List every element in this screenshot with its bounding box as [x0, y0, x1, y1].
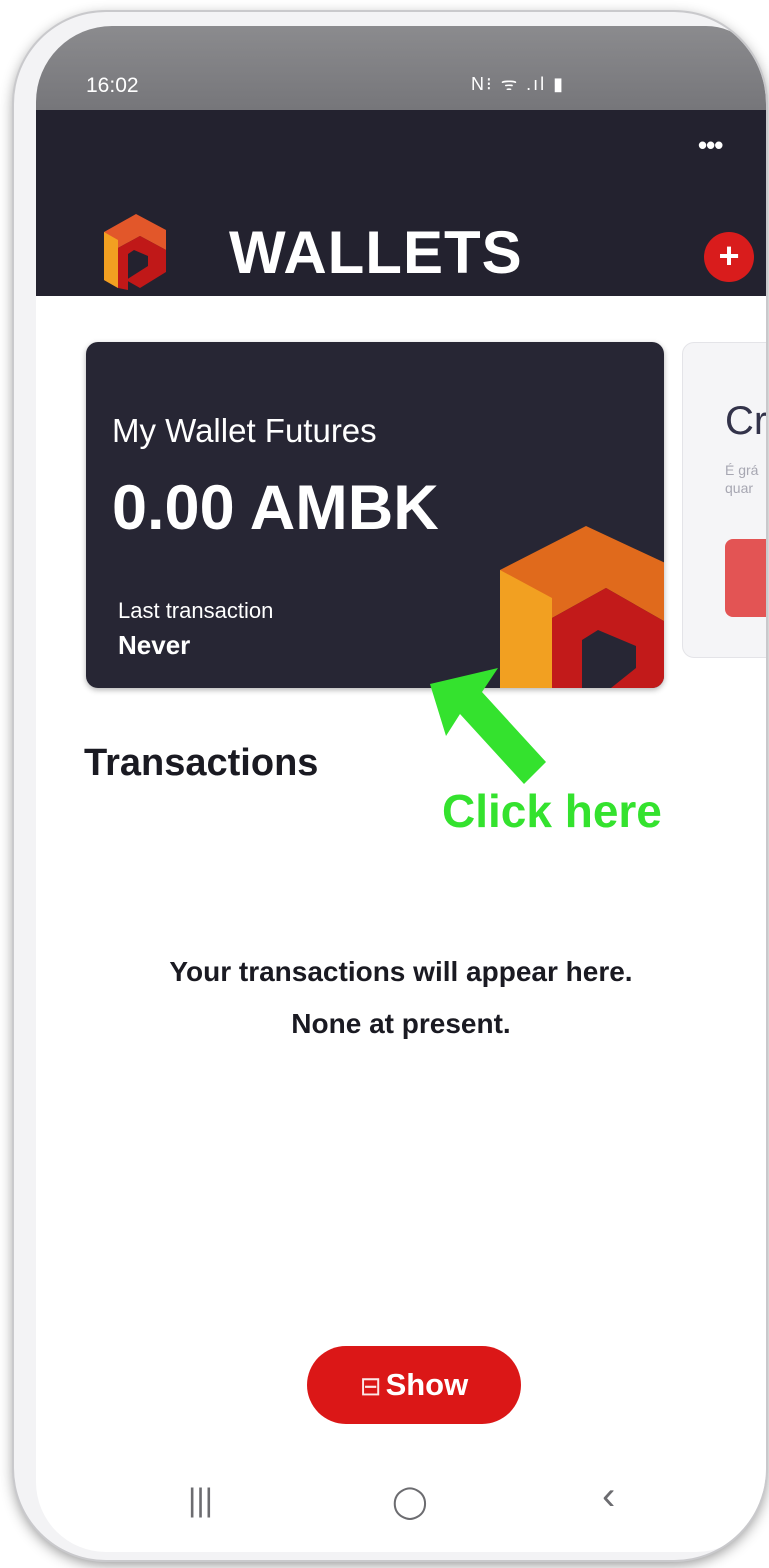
- create-card-title: Cri: [725, 399, 766, 443]
- show-button-label: Show: [385, 1367, 469, 1402]
- page-title: WALLETS: [229, 219, 523, 286]
- screen: 16:02 N⁝ ᯤ .ıl ▮ ••• WALLETS + My Wallet…: [36, 26, 766, 1552]
- wallet-balance: 0.00 AMBK: [112, 473, 439, 543]
- transactions-heading: Transactions: [84, 742, 319, 784]
- last-transaction-label: Last transaction: [118, 598, 274, 623]
- empty-state-line1: Your transactions will appear here.: [169, 956, 633, 987]
- home-icon[interactable]: ◯: [392, 1482, 428, 1520]
- status-time: 16:02: [86, 74, 139, 97]
- scan-icon: ⊟: [359, 1371, 382, 1401]
- create-card-subtitle: É grá quar: [725, 462, 759, 496]
- status-bar: 16:02 N⁝ ᯤ .ıl ▮: [36, 26, 766, 110]
- app-header: ••• WALLETS +: [36, 110, 766, 296]
- show-button[interactable]: ⊟ Show: [307, 1346, 521, 1424]
- add-wallet-button[interactable]: +: [704, 232, 754, 282]
- last-transaction-value: Never: [118, 630, 191, 660]
- app-logo: [104, 214, 166, 290]
- wallet-card[interactable]: My Wallet Futures 0.00 AMBK Last transac…: [86, 342, 664, 688]
- status-icons: N⁝ ᯤ .ıl ▮: [471, 74, 566, 94]
- create-card-button[interactable]: [725, 539, 766, 617]
- create-wallet-card[interactable]: Cri É grá quar: [682, 342, 766, 658]
- back-icon[interactable]: ‹: [602, 1474, 615, 1519]
- annotation-arrow-icon: [430, 668, 546, 784]
- annotation-click-here: Click here: [442, 785, 662, 837]
- empty-state-line2: None at present.: [291, 1008, 511, 1039]
- system-nav-bar: ||| ◯ ‹: [36, 1466, 766, 1552]
- recent-apps-icon[interactable]: |||: [188, 1482, 213, 1519]
- wallet-name: My Wallet Futures: [112, 412, 377, 449]
- card-logo-watermark: [500, 526, 664, 688]
- phone-frame: 16:02 N⁝ ᯤ .ıl ▮ ••• WALLETS + My Wallet…: [14, 12, 766, 1560]
- more-horizontal-icon[interactable]: •••: [698, 130, 723, 161]
